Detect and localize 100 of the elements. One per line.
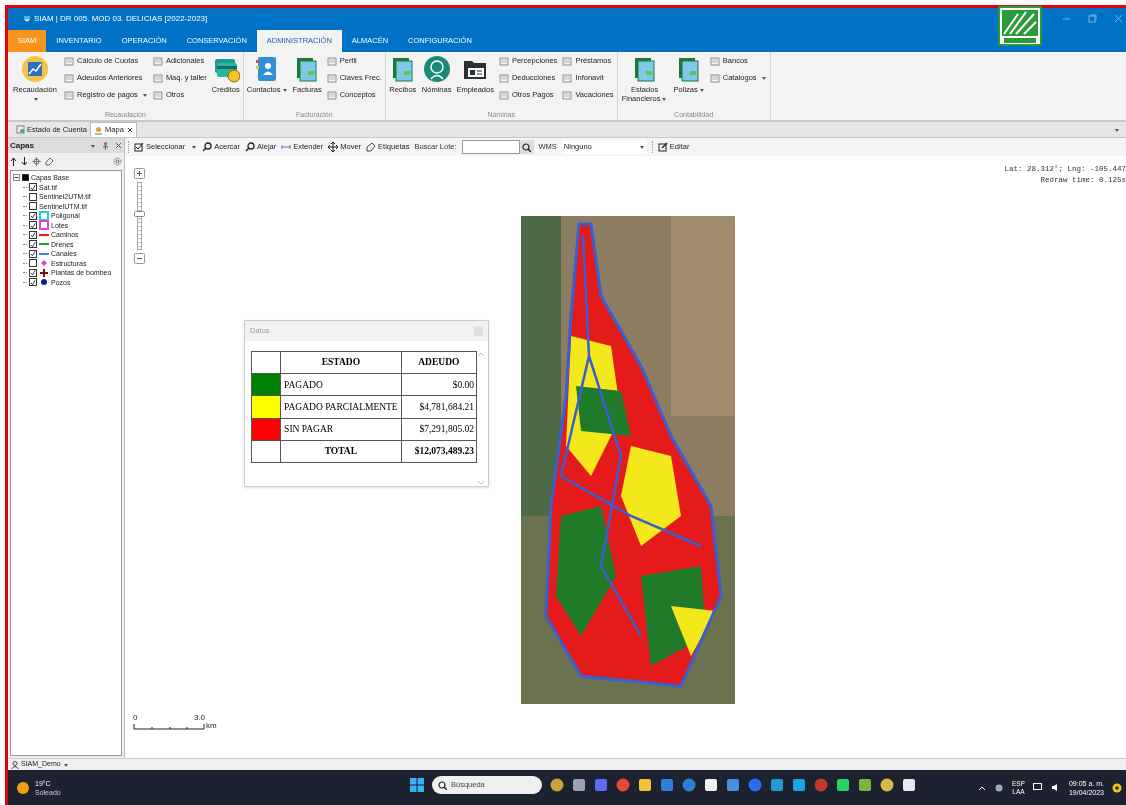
scale-bar [133,724,205,730]
checkbox[interactable] [29,240,37,249]
ribbon-icon [422,55,451,83]
item-icon [562,56,573,66]
caret-icon [281,87,288,93]
table-cell: $4,781,684.21 [401,395,477,419]
zoom-in-button[interactable] [134,168,145,179]
column-header: ADEUDO [401,351,477,374]
chevron-up-icon[interactable] [977,784,986,791]
checkbox[interactable] [29,278,37,287]
table-cell: $12,073,489.23 [401,440,477,463]
up-arrow-icon[interactable] [10,157,17,166]
item-icon [498,90,509,100]
scale-unit: km [206,722,217,730]
logo-icon [998,6,1042,46]
zoom-out-icon [245,142,256,152]
down-arrow-icon[interactable] [21,157,28,166]
collapse-icon[interactable] [13,174,20,182]
user-icon [11,760,19,769]
document-icon [16,125,25,134]
app-icon[interactable] [704,778,718,792]
app-icon[interactable] [550,778,564,792]
checkbox[interactable] [29,259,37,268]
sun-icon [16,780,30,795]
panel-title: Capas [10,139,35,152]
item-icon [498,73,509,83]
caret-icon [191,144,198,150]
item-icon [64,56,74,66]
app-icon[interactable] [638,778,652,792]
menu-icon [23,15,31,23]
caret-icon [141,92,148,98]
zoom-in-icon [202,142,213,152]
item-icon [562,73,573,83]
item-icon [562,90,573,100]
ribbon-icon [21,55,49,83]
caret-icon [698,87,705,93]
app-icon[interactable] [572,778,586,792]
dropdown-icon [638,144,645,150]
app-icon[interactable] [858,778,872,792]
item-icon [709,56,720,66]
notification-icon[interactable] [1112,782,1122,793]
dropdown-icon[interactable] [90,142,96,149]
item-icon [152,73,163,83]
checkbox[interactable] [29,183,37,192]
caret-icon [62,761,69,768]
checkbox[interactable] [29,202,37,211]
extent-icon [281,142,292,152]
item-icon [326,90,337,100]
table-cell: $7,291,805.02 [401,418,477,441]
scale-label: 3.0 [193,712,205,724]
table-cell: $0.00 [401,373,477,396]
caret-icon [760,75,767,81]
table-cell: TOTAL [280,440,402,463]
checkbox[interactable] [22,174,29,182]
close-icon[interactable] [115,142,122,149]
app-icon[interactable] [836,778,850,792]
caret-icon [32,96,39,102]
checkbox[interactable] [29,268,37,277]
scale-label: 0 [133,712,138,724]
move-icon [328,142,339,152]
locate-icon[interactable] [32,157,41,166]
dropdown-icon[interactable] [1114,127,1120,133]
tag-icon [366,142,377,152]
checkbox[interactable] [29,249,37,258]
display-icon[interactable] [1032,783,1043,792]
item-icon [152,90,163,100]
column-header: ESTADO [280,351,402,374]
item-icon [64,90,74,100]
zoom-slider[interactable] [137,182,142,250]
item-icon [326,73,337,83]
check-icon [30,183,36,191]
window-title: SIAM | DR 005. MOD 03. DELICIAS [2022-2023] [34,13,208,25]
item-icon [326,56,337,66]
search-icon [438,780,447,790]
tag-icon[interactable] [45,157,54,166]
settings-icon[interactable] [113,157,122,166]
search-field[interactable] [461,140,520,154]
close-icon[interactable] [126,127,133,133]
pin-icon[interactable] [102,141,109,150]
checkbox[interactable] [29,221,37,230]
caret-icon [661,96,668,102]
table-cell: SIN PAGAR [280,418,402,441]
checkbox[interactable] [29,211,37,220]
windows-icon[interactable] [410,778,424,792]
item-icon [498,56,509,66]
slider-thumb[interactable] [134,210,145,217]
item-icon [709,73,720,83]
item-icon [64,73,74,83]
table-cell: PAGADO [280,373,402,396]
app-icon[interactable] [902,778,916,792]
app-icon[interactable] [792,778,806,792]
search-icon [522,142,531,152]
edit-icon [657,142,668,152]
checkbox[interactable] [29,192,37,201]
item-icon [152,56,163,66]
app-icon[interactable] [880,778,894,792]
map-pin-icon [94,125,104,135]
checkbox[interactable] [29,230,37,239]
zoom-out-button[interactable] [134,253,145,264]
checkbox-icon [134,142,144,152]
